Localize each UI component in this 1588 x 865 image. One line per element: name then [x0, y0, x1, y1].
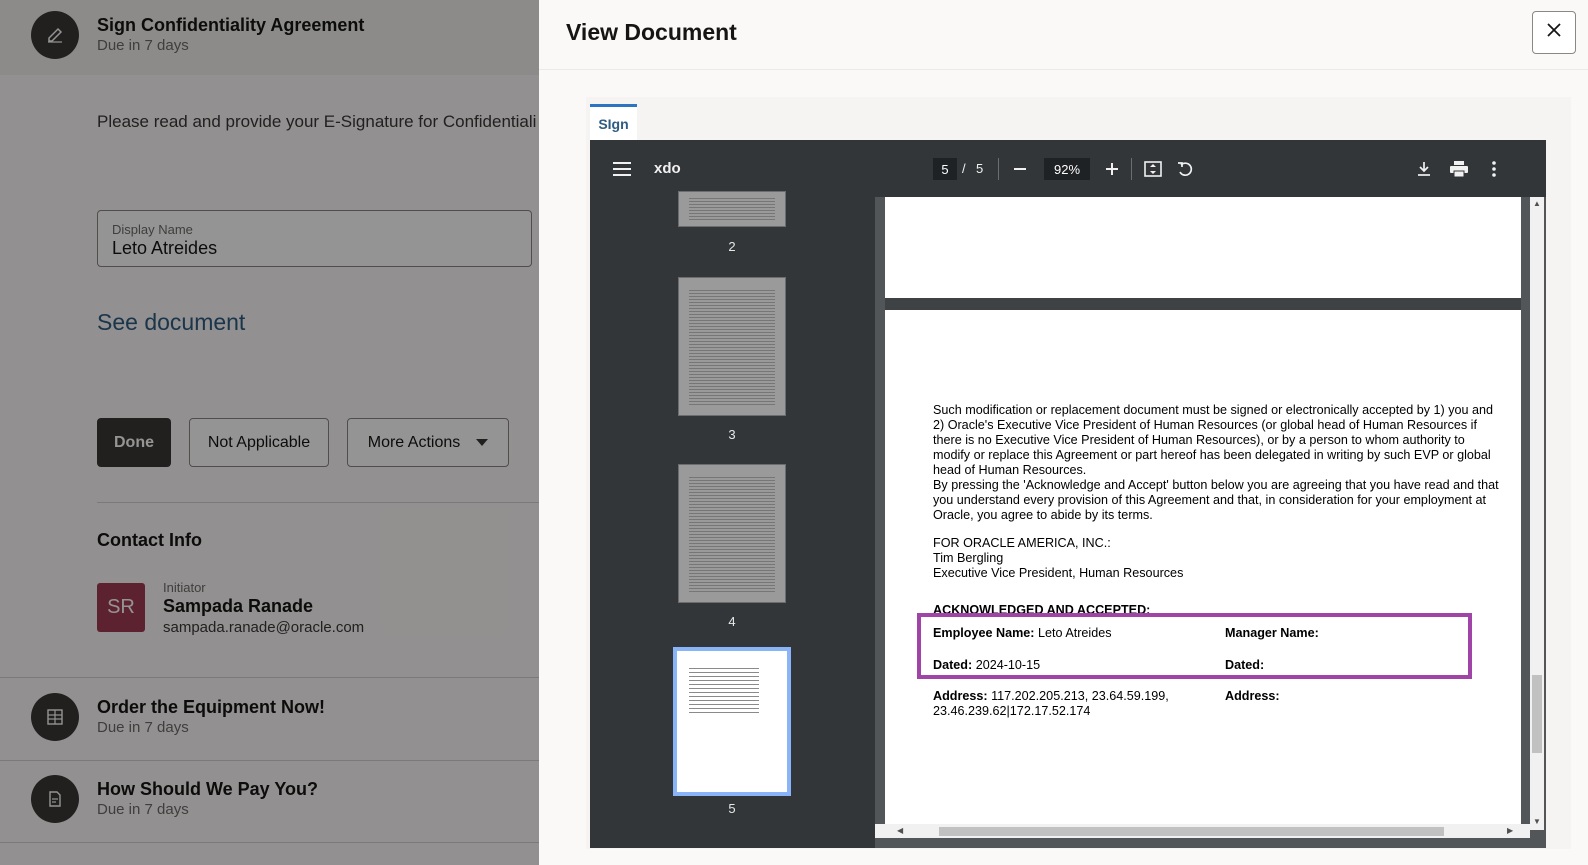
close-button[interactable]: [1532, 11, 1576, 54]
fit-page-icon[interactable]: [1141, 140, 1165, 197]
pdf-paragraph: Such modification or replacement documen…: [933, 403, 1494, 477]
thumbnail-label: 3: [728, 427, 736, 442]
thumbnail-page-3[interactable]: [678, 277, 786, 416]
page-gap: [885, 298, 1521, 310]
pdf-signer-name: Tim Bergling: [933, 551, 1004, 565]
task-page: Sign Confidentiality Agreement Due in 7 …: [0, 0, 539, 865]
zoom-out-icon[interactable]: [1010, 140, 1030, 197]
zoom-input[interactable]: 92%: [1044, 158, 1090, 180]
menu-icon[interactable]: [608, 140, 636, 197]
thumbnail-page-5-selected[interactable]: [673, 647, 791, 796]
horizontal-scroll-thumb[interactable]: [939, 827, 1444, 836]
tab-sign[interactable]: SIgn: [590, 104, 637, 140]
modal-overlay[interactable]: [0, 0, 539, 865]
thumbnail-label: 4: [728, 614, 736, 629]
download-icon[interactable]: [1413, 140, 1435, 197]
pdf-page-5: Such modification or replacement documen…: [885, 310, 1521, 830]
dated-row: Dated: 2024-10-15: [933, 658, 1213, 673]
employee-name-label: Employee Name:: [933, 626, 1035, 640]
drawer-header: View Document: [539, 0, 1588, 70]
print-icon[interactable]: [1447, 140, 1471, 197]
employee-name-row: Employee Name: Leto Atreides: [933, 626, 1213, 641]
document-area: Such modification or replacement documen…: [875, 197, 1546, 848]
pdf-company: FOR ORACLE AMERICA, INC.:: [933, 536, 1111, 550]
page-total: 5: [976, 161, 984, 176]
rotate-icon[interactable]: [1173, 140, 1197, 197]
horizontal-scrollbar[interactable]: ◀ ▶: [875, 824, 1530, 838]
toolbar-divider: [998, 158, 999, 180]
scroll-up-icon[interactable]: ▲: [1533, 199, 1541, 208]
vertical-scrollbar[interactable]: ▲ ▼: [1530, 197, 1544, 830]
zoom-in-icon[interactable]: [1102, 140, 1122, 197]
pdf-viewer: xdo 5 / 5 92% 2 3 4 5 Such modification …: [590, 140, 1546, 848]
page-number-input[interactable]: 5: [933, 158, 957, 180]
manager-address-label: Address:: [1225, 689, 1280, 703]
thumbnail-page-4[interactable]: [678, 464, 786, 603]
previous-page-bottom: [885, 197, 1521, 298]
vertical-scroll-thumb[interactable]: [1532, 675, 1542, 753]
thumbnail-label: 5: [728, 801, 736, 816]
pdf-toolbar: xdo 5 / 5 92%: [590, 140, 1546, 197]
pdf-paragraph: By pressing the 'Acknowledge and Accept'…: [933, 478, 1499, 522]
thumbnail-sidebar: 2 3 4 5: [590, 191, 875, 848]
scroll-down-icon[interactable]: ▼: [1533, 817, 1541, 826]
more-options-icon[interactable]: [1486, 140, 1502, 197]
dated-value: 2024-10-15: [975, 658, 1041, 672]
drawer-title: View Document: [566, 19, 737, 45]
thumbnail-page-2[interactable]: [678, 191, 786, 227]
scroll-right-icon[interactable]: ▶: [1507, 826, 1513, 835]
manager-name-label: Manager Name:: [1225, 626, 1319, 640]
manager-dated-label: Dated:: [1225, 658, 1265, 672]
address-row: Address: 117.202.205.213, 23.64.59.199, …: [933, 689, 1203, 719]
document-name: xdo: [654, 160, 681, 177]
employee-name-value: Leto Atreides: [1038, 626, 1112, 640]
page-separator: /: [962, 161, 966, 176]
pdf-signer-title: Executive Vice President, Human Resource…: [933, 566, 1184, 580]
dated-label: Dated:: [933, 658, 973, 672]
scroll-left-icon[interactable]: ◀: [897, 826, 903, 835]
address-label: Address:: [933, 689, 988, 703]
thumbnail-label: 2: [728, 239, 736, 254]
close-icon: [1546, 22, 1562, 43]
toolbar-divider: [1131, 158, 1132, 180]
